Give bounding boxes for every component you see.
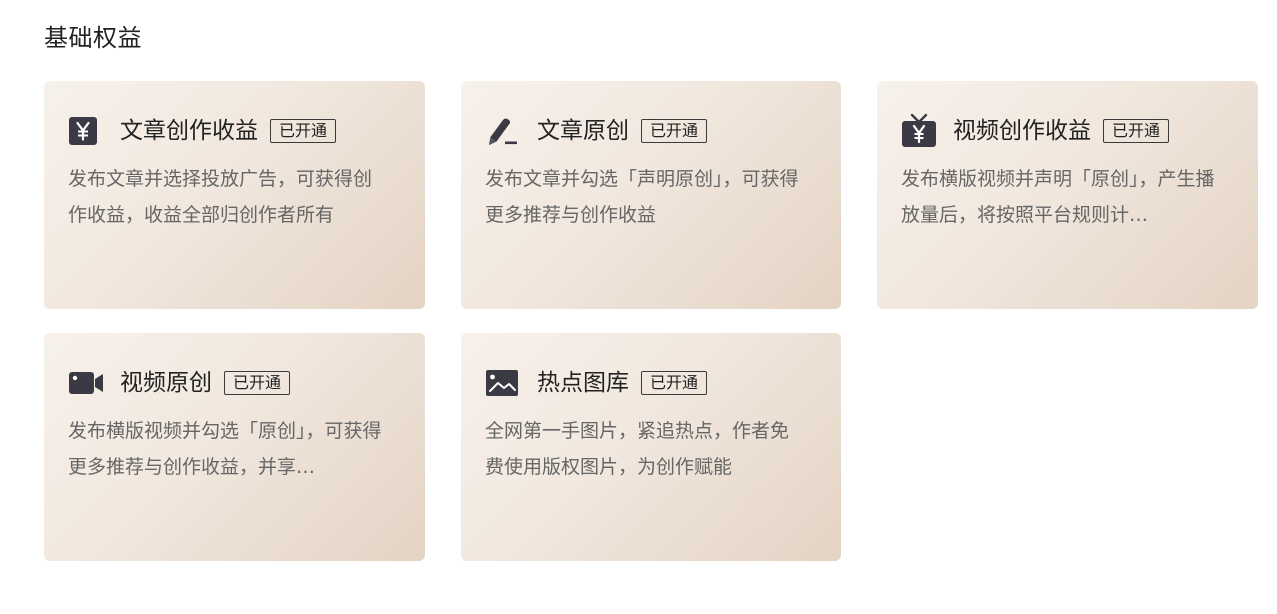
- card-description: 发布文章并勾选「声明原创」，可获得更多推荐与创作收益: [485, 168, 799, 226]
- card-title: 视频创作收益: [953, 118, 1091, 144]
- card-title: 文章原创: [537, 118, 629, 144]
- pen-icon: [485, 115, 521, 147]
- video-camera-icon: [68, 367, 104, 399]
- status-badge: 已开通: [1103, 119, 1170, 143]
- benefit-card-video-revenue[interactable]: 视频创作收益 已开通 发布横版视频并声明「原创」，产生播放量后，将按照平台规则计…: [877, 81, 1258, 309]
- card-description: 发布横版视频并勾选「原创」，可获得更多推荐与创作收益，并享…: [68, 420, 382, 478]
- yuan-icon: [68, 115, 104, 147]
- card-header: 视频原创 已开通: [68, 367, 401, 399]
- card-title: 热点图库: [537, 370, 629, 396]
- benefit-card-article-revenue[interactable]: 文章创作收益 已开通 发布文章并选择投放广告，可获得创作收益，收益全部归创作者所…: [44, 81, 425, 309]
- benefits-grid: 文章创作收益 已开通 发布文章并选择投放广告，可获得创作收益，收益全部归创作者所…: [44, 81, 1258, 561]
- benefit-card-video-original[interactable]: 视频原创 已开通 发布横版视频并勾选「原创」，可获得更多推荐与创作收益，并享…: [44, 333, 425, 561]
- card-header: 文章创作收益 已开通: [68, 115, 401, 147]
- card-description: 发布横版视频并声明「原创」，产生播放量后，将按照平台规则计…: [901, 168, 1215, 226]
- image-icon: [485, 367, 521, 399]
- status-badge: 已开通: [224, 371, 291, 395]
- status-badge: 已开通: [641, 119, 708, 143]
- card-header: 视频创作收益 已开通: [901, 113, 1234, 147]
- card-description: 发布文章并选择投放广告，可获得创作收益，收益全部归创作者所有: [68, 168, 373, 226]
- benefit-card-article-original[interactable]: 文章原创 已开通 发布文章并勾选「声明原创」，可获得更多推荐与创作收益: [461, 81, 841, 309]
- section-title: 基础权益: [44, 24, 142, 52]
- card-description: 全网第一手图片，紧追热点，作者免费使用版权图片，为创作赋能: [485, 420, 790, 478]
- status-badge: 已开通: [270, 119, 337, 143]
- card-header: 热点图库 已开通: [485, 367, 817, 399]
- status-badge: 已开通: [641, 371, 708, 395]
- card-title: 视频原创: [120, 370, 212, 396]
- tv-yuan-icon: [901, 113, 937, 147]
- card-title: 文章创作收益: [120, 118, 258, 144]
- card-header: 文章原创 已开通: [485, 115, 817, 147]
- benefit-card-hot-gallery[interactable]: 热点图库 已开通 全网第一手图片，紧追热点，作者免费使用版权图片，为创作赋能: [461, 333, 841, 561]
